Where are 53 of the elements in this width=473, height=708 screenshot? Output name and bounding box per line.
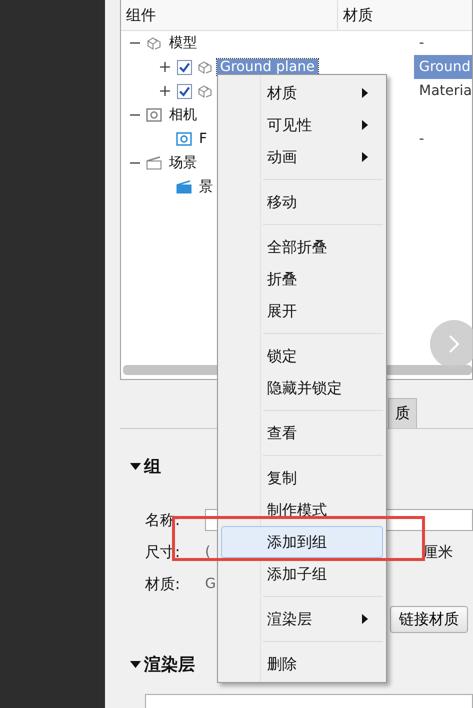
submenu-arrow-icon [362,152,368,162]
cubes-icon [197,59,213,75]
tree-item[interactable]: 景 [196,178,216,196]
menu-item[interactable]: 移动 [221,186,383,218]
section-title: 组 [144,456,161,478]
menu-item[interactable]: 删除 [221,648,383,680]
submenu-arrow-icon [362,120,368,130]
menu-item[interactable]: 制作模式 [221,494,383,526]
expand-icon[interactable] [159,61,171,73]
expand-icon[interactable] [159,85,171,97]
menu-item[interactable]: 材质 [221,77,383,109]
menu-item[interactable]: 添加子组 [221,558,383,590]
material-cell-text: - [418,130,426,149]
unit-label: 厘米 [423,542,453,562]
clapperboard-icon [146,155,162,171]
field-value: ( [205,544,210,560]
checkbox[interactable] [177,60,192,74]
camera-icon [146,107,162,123]
camera-icon [176,131,192,147]
tree-item[interactable]: 场景 [166,154,200,172]
chevron-right-icon [448,334,460,354]
tree-item[interactable]: 模型 [166,34,200,52]
cubes-icon [146,35,162,51]
menu-item[interactable]: 隐藏并锁定 [221,372,383,404]
material-cell-text: - [418,34,426,53]
link-material-button[interactable]: 链接材质 [390,606,468,633]
menu-item[interactable]: 渲染层 [221,603,383,635]
menu-item[interactable]: 动画 [221,141,383,173]
tree-item[interactable]: 相机 [166,106,200,124]
menu-item[interactable]: 查看 [221,417,383,449]
menu-item[interactable]: 全部折叠 [221,231,383,263]
tab[interactable]: 质 [388,398,417,428]
section-title: 渲染层 [144,654,195,676]
material-cell: Ground [414,55,472,79]
menu-item[interactable]: 锁定 [221,340,383,372]
column-header[interactable]: 组件 [121,0,338,30]
menu-item[interactable]: 可见性 [221,109,383,141]
tree-item[interactable]: F [196,131,210,147]
material-cell-text: Material [418,82,473,101]
field-label: 材质: [145,574,182,594]
field-value: G [205,576,216,592]
menu-item[interactable]: 折叠 [221,263,383,295]
menu-item[interactable]: 展开 [221,295,383,327]
submenu-arrow-icon [362,614,368,624]
cubes-icon [197,83,213,99]
clapperboard-icon [176,179,192,195]
caret-icon[interactable] [130,462,141,470]
caret-icon[interactable] [130,660,141,668]
submenu-arrow-icon [362,88,368,98]
column-header[interactable]: 材质 [338,0,472,30]
menu-item[interactable]: 添加到组 [221,526,383,558]
checkbox[interactable] [177,84,192,98]
menu-item[interactable]: 复制 [221,462,383,494]
